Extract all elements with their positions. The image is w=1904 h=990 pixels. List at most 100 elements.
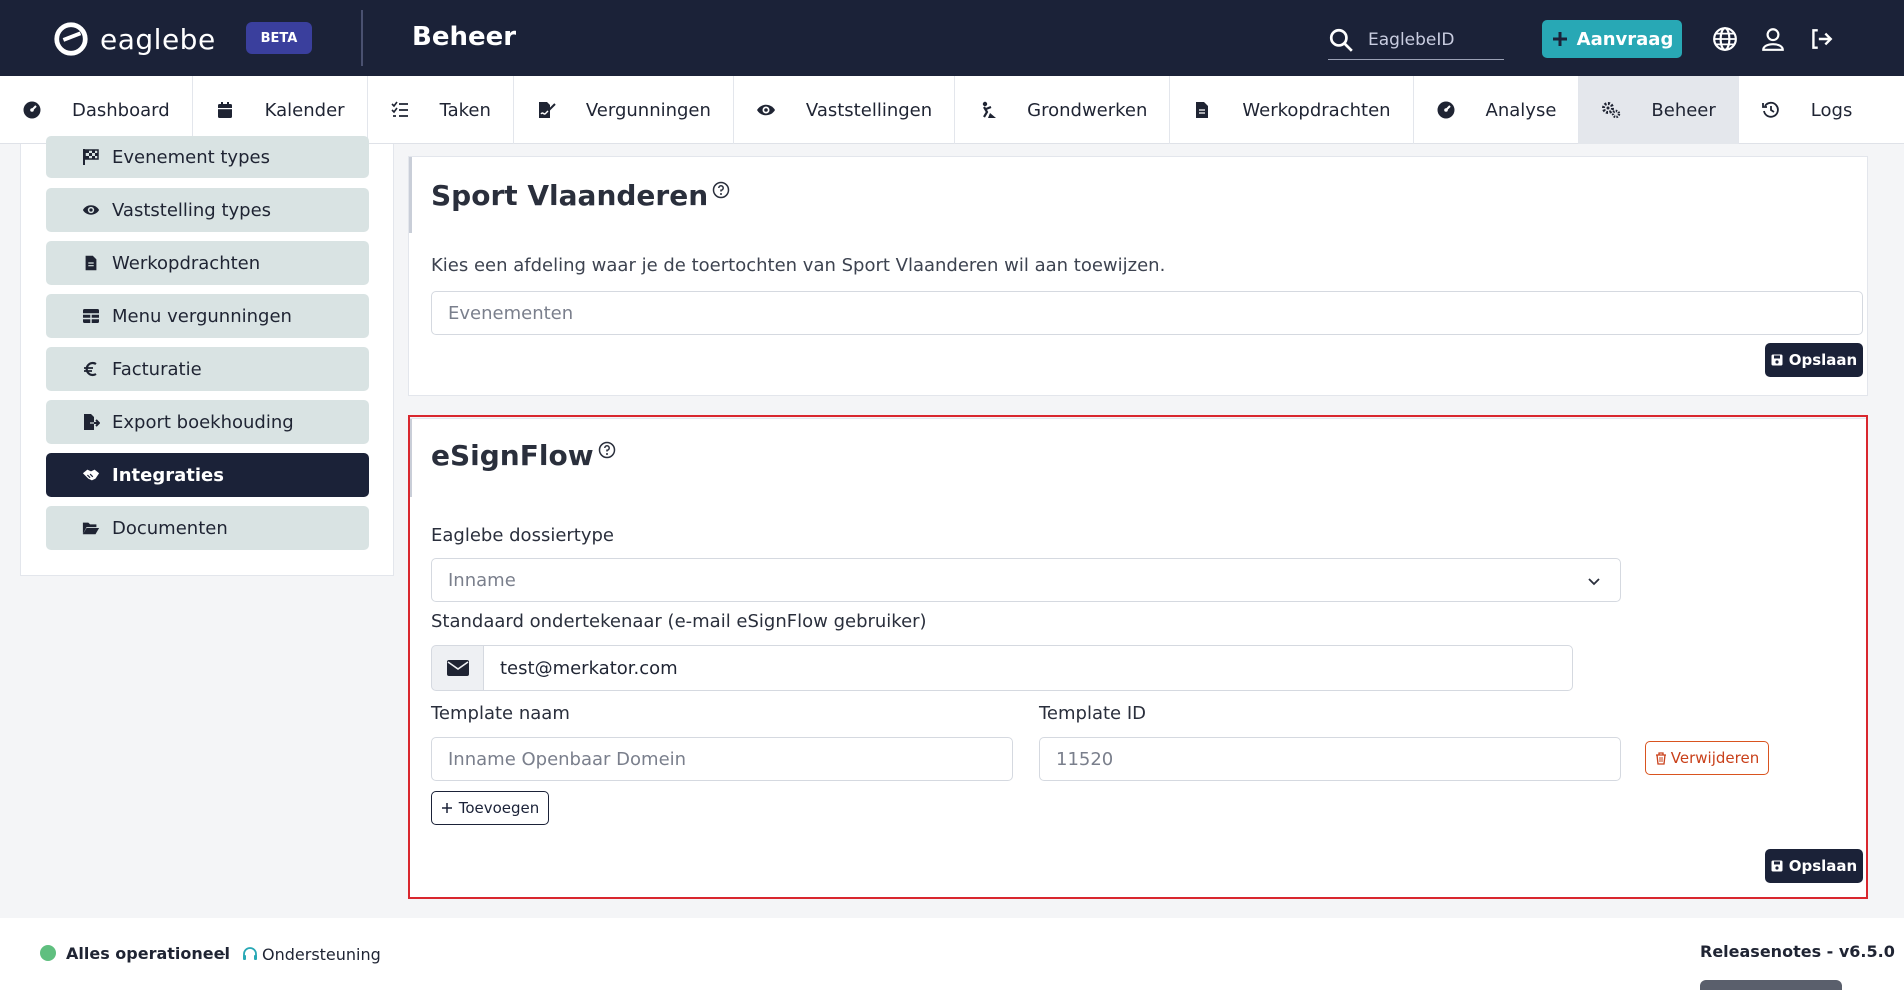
status-text: Alles operationeel [66,944,230,963]
tab-grondwerken[interactable]: Grondwerken [955,76,1171,144]
help-circle-icon[interactable] [712,181,730,199]
file-icon [1196,102,1209,118]
status-ok-indicator [40,945,56,961]
sidebar-item-integraties[interactable]: Integraties [46,453,369,497]
template-name-label: Template naam [431,703,570,724]
calendar-icon [217,102,232,118]
delete-template-button[interactable]: Verwijderen [1645,741,1769,775]
header-divider [361,10,363,66]
sport-save-button[interactable]: Opslaan [1765,343,1863,377]
tab-dashboard[interactable]: Dashboard [0,76,193,144]
tab-beheer[interactable]: Beheer [1579,76,1739,144]
tasks-icon [390,101,408,117]
footer-separator: - [220,944,226,963]
search-box[interactable] [1328,20,1504,60]
headset-icon [243,946,257,960]
sidebar-item-export-boekhouding[interactable]: Export boekhouding [46,400,369,444]
logout-icon[interactable] [1808,26,1834,52]
user-icon[interactable] [1760,26,1786,52]
card-title-text: eSignFlow [431,439,594,472]
tab-analyse[interactable]: Analyse [1414,76,1580,144]
envelope-icon [446,660,469,676]
logo[interactable]: eaglebe [52,20,216,58]
tab-taken[interactable]: Taken [368,76,514,144]
esignflow-title: eSignFlow [431,439,616,472]
tab-werkopdrachten[interactable]: Werkopdrachten [1170,76,1414,144]
plus-icon [1552,32,1567,46]
tab-vaststellingen[interactable]: Vaststellingen [734,76,956,144]
main-nav: Dashboard Kalender Taken Vergunningen Va… [0,76,1904,144]
sidebar-item-label: Menu vergunningen [112,305,292,327]
chevron-down-icon [1588,578,1600,586]
tab-label: Analyse [1485,99,1557,121]
tab-label: Taken [439,99,491,121]
file-signature-icon [538,102,556,118]
card-title-text: Sport Vlaanderen [431,179,709,212]
dossiertype-select[interactable]: Inname [431,558,1621,602]
support-label: Ondersteuning [262,945,381,964]
support-link[interactable]: Ondersteuning [242,945,381,964]
tab-label: Logs [1810,99,1853,121]
table-icon [83,309,99,323]
sidebar-item-label: Werkopdrachten [112,252,261,274]
tab-label: Vaststellingen [805,99,933,121]
sidebar-item-label: Facturatie [112,358,202,380]
tab-label: Grondwerken [1027,99,1148,121]
esignflow-card: eSignFlow Eaglebe dossiertype Inname Sta… [408,418,1868,898]
plus-icon [441,803,452,813]
title-accent [409,157,412,233]
tab-logs[interactable]: Logs [1739,76,1875,144]
releasenotes-link[interactable]: Releasenotes - v6.5.0 [1700,942,1895,961]
sport-vlaanderen-title: Sport Vlaanderen [431,179,730,212]
aanvraag-button[interactable]: Aanvraag [1542,20,1682,58]
save-icon [1771,354,1783,366]
logo-text: eaglebe [100,22,216,56]
save-label: Opslaan [1788,857,1858,875]
sidebar-item-documenten[interactable]: Documenten [46,506,369,550]
gauge-icon [1437,101,1455,119]
sport-vlaanderen-card: Sport Vlaanderen Kies een afdeling waar … [408,156,1868,396]
sidebar-item-evenement-types[interactable]: Evenement types [46,136,369,178]
file-icon [85,255,97,271]
template-id-input[interactable]: 11520 [1039,737,1621,781]
sidebar-item-menu-vergunningen[interactable]: Menu vergunningen [46,294,369,338]
signer-email-input[interactable]: test@merkator.com [483,645,1573,691]
cogs-icon [1602,102,1621,119]
save-label: Opslaan [1788,351,1858,369]
esign-save-button[interactable]: Opslaan [1765,849,1863,883]
search-icon [1329,28,1353,52]
tab-label: Beheer [1651,99,1716,121]
eye-icon [82,205,100,215]
sidebar-item-label: Integraties [112,464,224,486]
sport-vlaanderen-description: Kies een afdeling waar je de toertochten… [431,255,1166,276]
sidebar-item-label: Documenten [112,517,228,539]
tab-vergunningen[interactable]: Vergunningen [514,76,734,144]
email-addon [431,645,483,691]
eye-icon [756,104,775,116]
folder-open-icon [82,522,100,535]
globe-icon[interactable] [1712,26,1738,52]
title-accent [409,419,412,497]
help-circle-icon[interactable] [598,441,616,459]
tab-kalender[interactable]: Kalender [193,76,368,144]
flag-checkered-icon [83,149,99,165]
template-id-label: Template ID [1039,703,1147,724]
page-title: Beheer [412,22,517,52]
sidebar-item-vaststelling-types[interactable]: Vaststelling types [46,188,369,232]
delete-label: Verwijderen [1670,749,1760,767]
sidebar-item-facturatie[interactable]: Facturatie [46,347,369,391]
add-template-button[interactable]: Toevoegen [431,791,549,825]
trash-icon [1655,751,1666,765]
search-input[interactable] [1368,29,1488,50]
tab-label: Dashboard [72,99,170,121]
sidebar-item-werkopdrachten[interactable]: Werkopdrachten [46,241,369,285]
eaglebe-logo-icon [54,22,88,56]
tab-label: Werkopdrachten [1242,99,1391,121]
aanvraag-label: Aanvraag [1576,28,1674,50]
tab-label: Vergunningen [585,99,711,121]
sidebar-item-label: Evenement types [112,146,270,168]
afdeling-select[interactable]: Evenementen [431,291,1863,335]
footer-widget-tab[interactable] [1700,980,1842,990]
signer-label: Standaard ondertekenaar (e-mail eSignFlo… [431,611,927,632]
template-name-input[interactable]: Inname Openbaar Domein [431,737,1013,781]
